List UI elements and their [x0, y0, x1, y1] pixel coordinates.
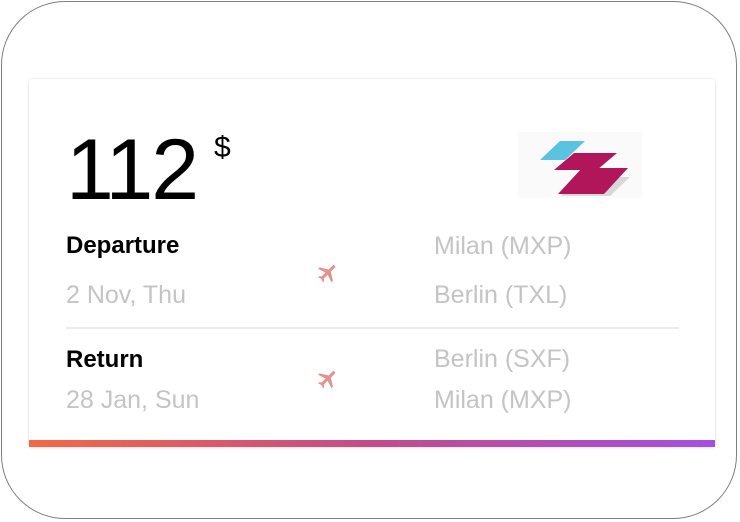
airline-logo: [518, 132, 642, 198]
return-origin: Berlin (SXF): [434, 345, 571, 373]
airline-logo-icon: [540, 141, 630, 196]
departure-plane-icon: [316, 261, 340, 285]
return-label: Return: [66, 346, 144, 373]
return-destination: Milan (MXP): [434, 386, 572, 414]
departure-label: Departure: [66, 232, 180, 259]
gradient-accent-bar: [29, 440, 715, 447]
departure-destination: Berlin (TXL): [434, 281, 568, 309]
flight-card[interactable]: 112 $ Departure 2 Nov, Thu Milan (MXP) B…: [29, 79, 715, 447]
departure-origin: Milan (MXP): [434, 232, 572, 260]
device-frame: 112 $ Departure 2 Nov, Thu Milan (MXP) B…: [1, 1, 737, 519]
departure-date: 2 Nov, Thu: [66, 281, 186, 309]
price-amount: 112: [66, 122, 199, 218]
row-divider: [66, 327, 679, 329]
return-date: 28 Jan, Sun: [66, 386, 200, 414]
price-currency: $: [214, 131, 231, 164]
return-plane-icon: [316, 367, 340, 391]
